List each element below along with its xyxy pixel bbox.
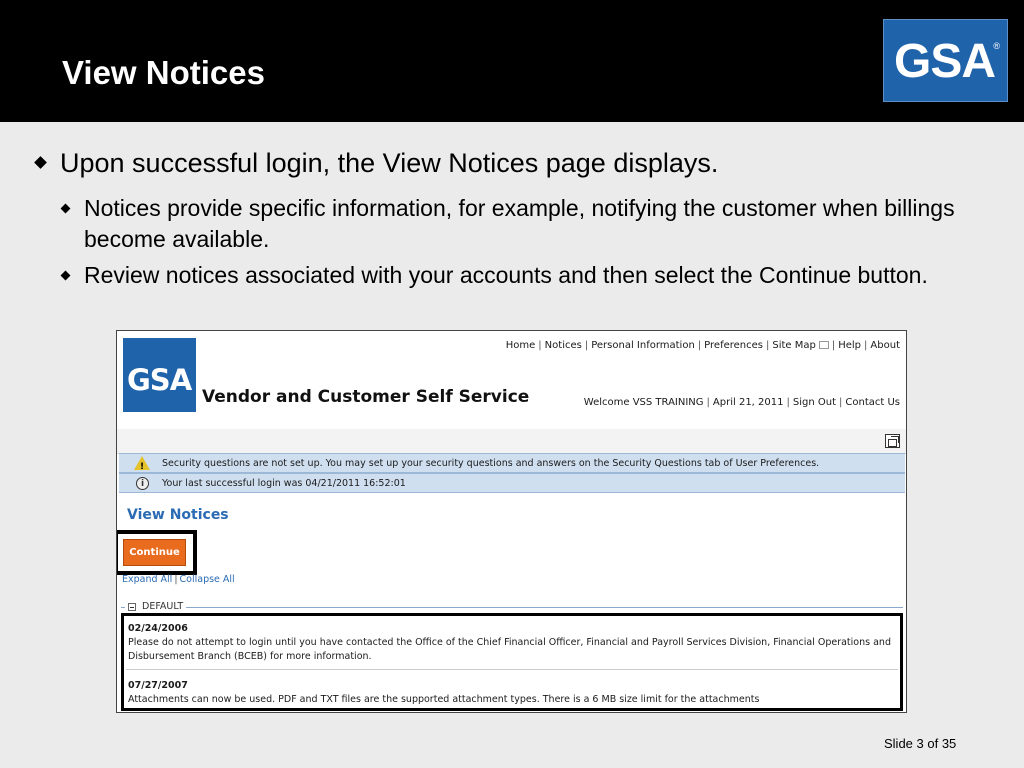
bullet-sub-1: Notices provide specific information, fo…: [60, 193, 982, 255]
notice-item: 07/27/2007 Attachments can now be used. …: [128, 679, 896, 707]
group-label: DEFAULT: [142, 601, 184, 612]
info-icon: i: [136, 477, 149, 490]
continue-button[interactable]: Continue: [123, 539, 186, 566]
current-date: April 21, 2011: [712, 397, 784, 408]
registered-mark: ®: [993, 41, 1000, 51]
app-title: Vendor and Customer Self Service: [202, 387, 530, 407]
notice-text: Please do not attempt to login until you…: [128, 637, 891, 662]
nav-preferences-link[interactable]: Preferences: [704, 340, 763, 351]
security-warning-message: Security questions are not set up. You m…: [119, 453, 905, 477]
welcome-text: Welcome VSS TRAINING: [583, 397, 704, 408]
nav-personal-information-link[interactable]: Personal Information: [591, 340, 695, 351]
welcome-bar: Welcome VSS TRAINING | April 21, 2011 | Sign…: [583, 397, 900, 408]
diamond-bullet-icon: [34, 156, 47, 169]
sign-out-link[interactable]: Sign Out: [793, 397, 836, 408]
slide-header: View Notices GSA ®: [0, 0, 1024, 122]
diamond-bullet-icon: [60, 203, 71, 214]
toolbar-strip: [117, 429, 906, 454]
bullet-sub-2: Review notices associated with your acco…: [60, 260, 982, 291]
warning-icon: [134, 456, 150, 477]
restore-window-icon[interactable]: [885, 434, 900, 448]
slide-number: Slide 3 of 35: [884, 736, 957, 751]
nav-site-map-link[interactable]: Site Map: [772, 340, 815, 351]
app-gsa-logo: GSA: [123, 338, 196, 412]
nav-about-link[interactable]: About: [870, 340, 900, 351]
page-heading: View Notices: [127, 507, 229, 523]
bullet-text: Review notices associated with your acco…: [84, 262, 928, 288]
notice-divider: [126, 669, 898, 670]
nav-help-link[interactable]: Help: [838, 340, 861, 351]
gsa-logo: GSA ®: [883, 19, 1008, 102]
nav-notices-link[interactable]: Notices: [545, 340, 582, 351]
expand-all-link[interactable]: Expand All: [122, 574, 172, 585]
slide-title: View Notices: [62, 54, 265, 91]
notice-date: 02/24/2006: [128, 623, 188, 634]
embedded-screenshot: Home | Notices | Personal Information | Prefer…: [116, 330, 907, 713]
notice-date: 07/27/2007: [128, 680, 188, 691]
group-divider: [121, 607, 903, 608]
bullet-text: Upon successful login, the View Notices …: [60, 148, 719, 178]
diamond-bullet-icon: [60, 270, 71, 281]
notices-list: 02/24/2006 Please do not attempt to logi…: [121, 613, 903, 711]
gsa-logo-text: GSA: [894, 35, 996, 88]
contact-us-link[interactable]: Contact Us: [845, 397, 900, 408]
bullet-main: Upon successful login, the View Notices …: [34, 148, 719, 179]
notice-text: Attachments can now be used. PDF and TXT…: [128, 694, 760, 705]
group-header[interactable]: DEFAULT: [125, 601, 187, 612]
top-navigation: Home | Notices | Personal Information | Prefer…: [505, 340, 900, 351]
nav-home-link[interactable]: Home: [506, 340, 536, 351]
expand-collapse-links: Expand All | Collapse All: [122, 574, 235, 585]
notice-item: 02/24/2006 Please do not attempt to logi…: [128, 622, 896, 664]
collapse-toggle-icon[interactable]: [128, 602, 136, 611]
message-text: Security questions are not set up. You m…: [162, 458, 820, 469]
last-login-message: i Your last successful login was 04/21/2…: [119, 473, 905, 493]
app-logo-text: GSA: [127, 363, 192, 397]
bullet-text: Notices provide specific information, fo…: [84, 195, 955, 252]
collapse-all-link[interactable]: Collapse All: [180, 574, 235, 585]
site-map-icon: [818, 341, 829, 349]
message-text: Your last successful login was 04/21/201…: [162, 478, 406, 489]
